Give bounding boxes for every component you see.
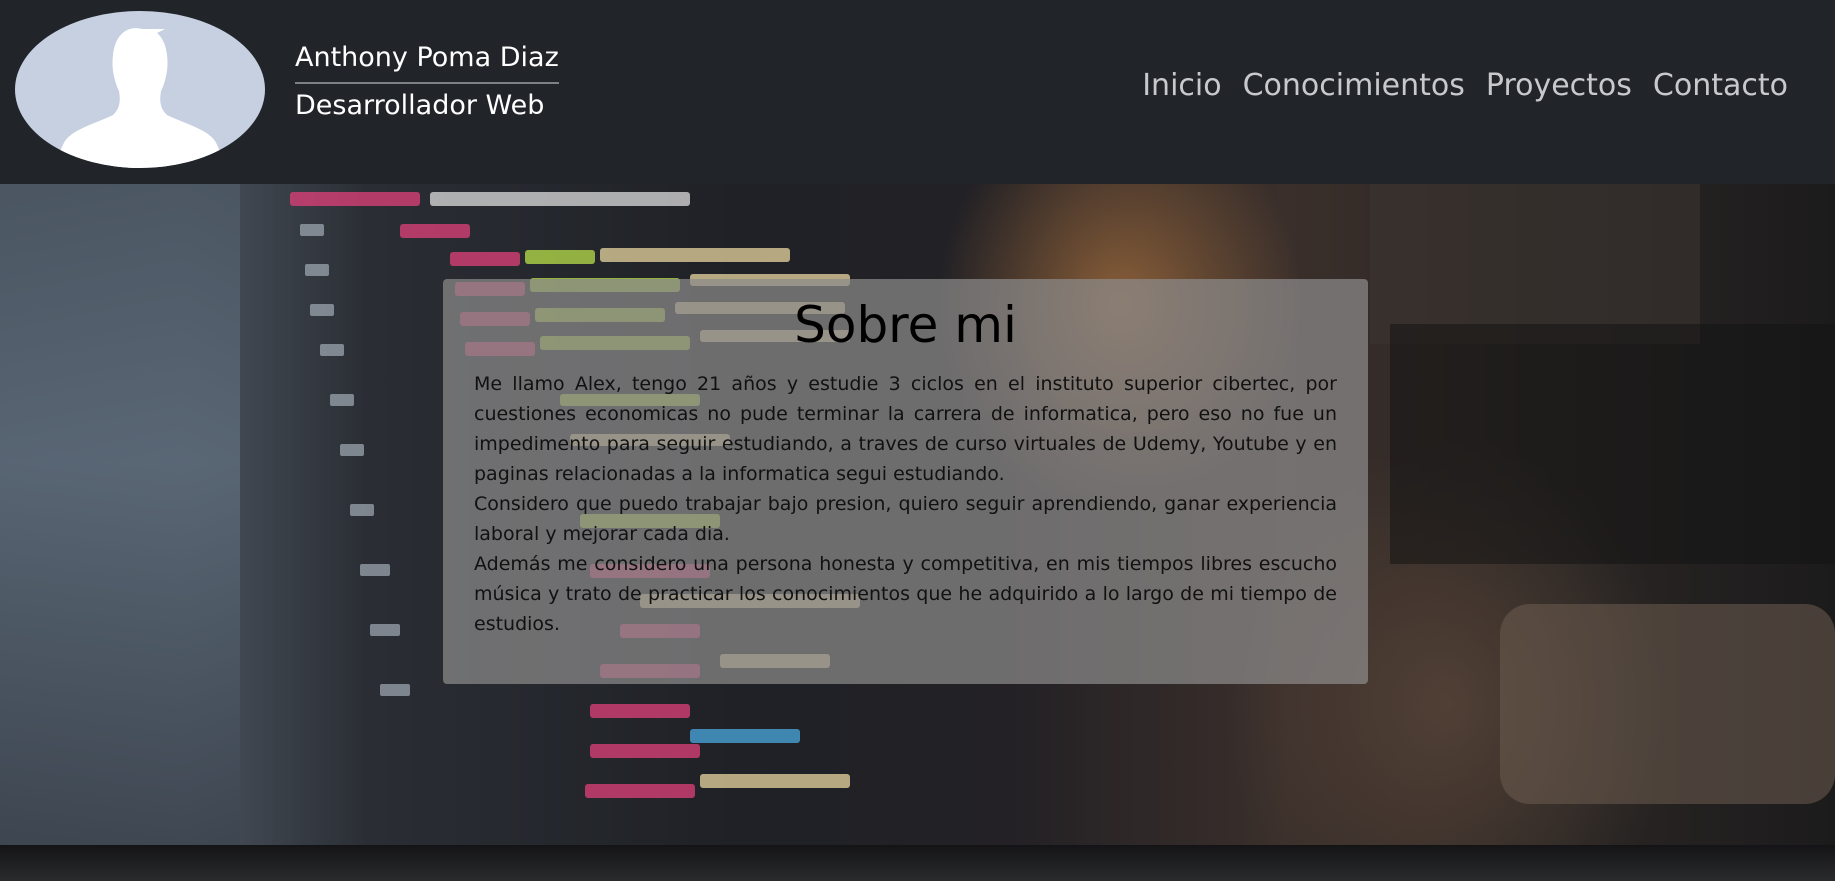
avatar <box>15 11 265 168</box>
about-paragraph: Considero que puedo trabajar bajo presio… <box>474 493 1337 545</box>
hero-section: Sobre mi Me llamo Alex, tengo 21 años y … <box>0 184 1835 881</box>
about-paragraph: Además me considero una persona honesta … <box>474 553 1337 635</box>
nav-link-conocimientos[interactable]: Conocimientos <box>1243 64 1465 108</box>
nav-link-proyectos[interactable]: Proyectos <box>1486 64 1632 108</box>
about-paragraph: Me llamo Alex, tengo 21 años y estudie 3… <box>474 373 1337 485</box>
main-nav: Inicio Conocimientos Proyectos Contacto <box>1142 64 1788 108</box>
site-header: Anthony Poma Diaz Desarrollador Web Inic… <box>0 0 1835 184</box>
about-card: Sobre mi Me llamo Alex, tengo 21 años y … <box>443 279 1368 684</box>
brand-role: Desarrollador Web <box>295 90 545 121</box>
brand-name: Anthony Poma Diaz <box>295 38 559 84</box>
hero-bottom-edge <box>0 845 1835 881</box>
brand: Anthony Poma Diaz Desarrollador Web <box>295 38 559 126</box>
user-silhouette-icon <box>57 28 223 168</box>
about-title: Sobre mi <box>794 296 1017 354</box>
about-text: Me llamo Alex, tengo 21 años y estudie 3… <box>474 369 1337 639</box>
nav-link-contacto[interactable]: Contacto <box>1653 64 1788 108</box>
nav-link-inicio[interactable]: Inicio <box>1142 64 1221 108</box>
